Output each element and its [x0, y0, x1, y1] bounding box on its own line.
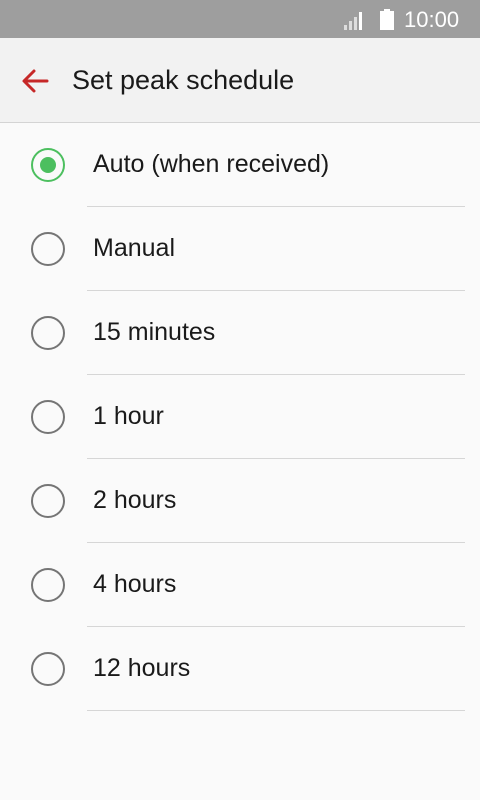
option-12-hours[interactable]: 12 hours	[0, 627, 480, 711]
option-1-hour[interactable]: 1 hour	[0, 375, 480, 459]
option-label: 4 hours	[93, 570, 177, 598]
radio-button[interactable]	[31, 316, 65, 350]
radio-button[interactable]	[31, 568, 65, 602]
option-label: 12 hours	[93, 654, 191, 682]
schedule-options-list: Auto (when received) Manual 15 minutes 1…	[0, 123, 480, 711]
status-bar: 10:00	[0, 0, 480, 38]
option-4-hours[interactable]: 4 hours	[0, 543, 480, 627]
option-2-hours[interactable]: 2 hours	[0, 459, 480, 543]
option-label: Auto (when received)	[93, 150, 330, 178]
app-bar: Set peak schedule	[0, 38, 480, 123]
radio-button[interactable]	[31, 484, 65, 518]
back-arrow-icon	[22, 69, 49, 93]
option-label: 1 hour	[93, 402, 164, 430]
option-label: 15 minutes	[93, 318, 216, 346]
radio-button-selected[interactable]	[31, 148, 65, 182]
option-15-minutes[interactable]: 15 minutes	[0, 291, 480, 375]
option-label: 2 hours	[93, 486, 177, 514]
option-manual[interactable]: Manual	[0, 207, 480, 291]
status-clock: 10:00	[404, 7, 460, 32]
option-auto-when-received[interactable]: Auto (when received)	[0, 123, 480, 207]
back-button[interactable]	[14, 60, 56, 102]
radio-button[interactable]	[31, 400, 65, 434]
divider	[87, 710, 465, 711]
radio-button[interactable]	[31, 232, 65, 266]
option-label: Manual	[93, 234, 175, 262]
radio-button[interactable]	[31, 652, 65, 686]
signal-icon	[344, 12, 362, 30]
page-title: Set peak schedule	[72, 65, 295, 95]
battery-icon	[380, 9, 394, 30]
